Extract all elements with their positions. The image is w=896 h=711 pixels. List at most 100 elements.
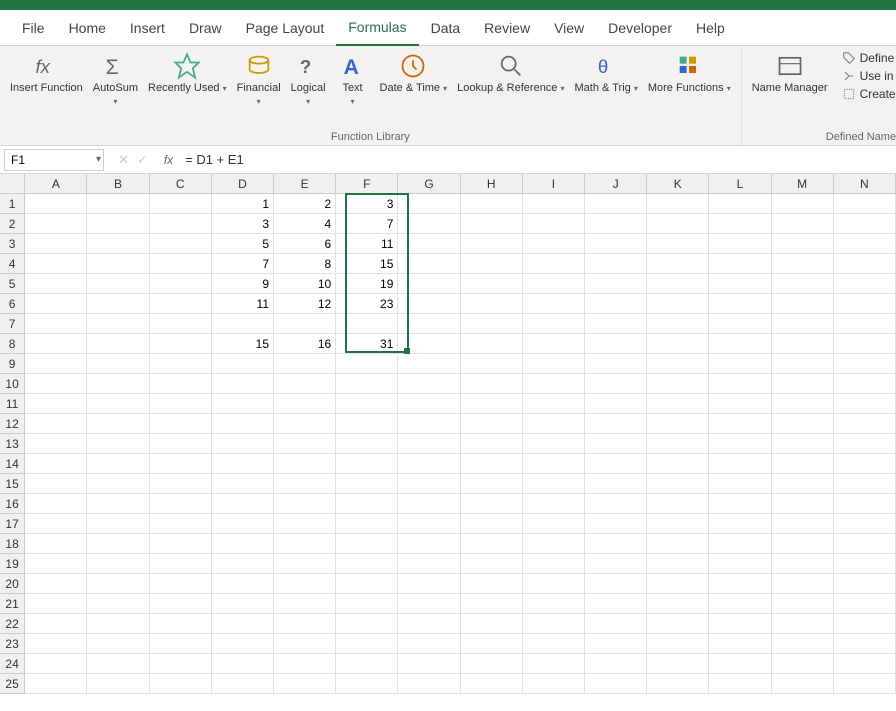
cell-G21[interactable] (398, 594, 460, 614)
cell-B4[interactable] (87, 254, 149, 274)
cell-I4[interactable] (523, 254, 585, 274)
cell-G17[interactable] (398, 514, 460, 534)
cell-A16[interactable] (25, 494, 87, 514)
cell-J3[interactable] (585, 234, 647, 254)
col-header-M[interactable]: M (772, 174, 834, 194)
cell-E3[interactable]: 6 (274, 234, 336, 254)
cell-E4[interactable]: 8 (274, 254, 336, 274)
cell-D2[interactable]: 3 (212, 214, 274, 234)
row-header-13[interactable]: 13 (0, 434, 25, 454)
cell-L8[interactable] (709, 334, 771, 354)
cell-G16[interactable] (398, 494, 460, 514)
cell-C19[interactable] (150, 554, 212, 574)
tab-draw[interactable]: Draw (177, 10, 234, 46)
fx-icon[interactable]: fx (158, 153, 179, 167)
cell-A19[interactable] (25, 554, 87, 574)
cell-H2[interactable] (461, 214, 523, 234)
tab-view[interactable]: View (542, 10, 596, 46)
cell-F3[interactable]: 11 (336, 234, 398, 254)
row-header-12[interactable]: 12 (0, 414, 25, 434)
cell-C17[interactable] (150, 514, 212, 534)
cell-A6[interactable] (25, 294, 87, 314)
cell-L19[interactable] (709, 554, 771, 574)
cell-L13[interactable] (709, 434, 771, 454)
cell-A20[interactable] (25, 574, 87, 594)
row-header-18[interactable]: 18 (0, 534, 25, 554)
cell-D6[interactable]: 11 (212, 294, 274, 314)
cell-H20[interactable] (461, 574, 523, 594)
cell-C15[interactable] (150, 474, 212, 494)
cell-H21[interactable] (461, 594, 523, 614)
cell-J22[interactable] (585, 614, 647, 634)
cell-F6[interactable]: 23 (336, 294, 398, 314)
cell-A25[interactable] (25, 674, 87, 694)
cell-K13[interactable] (647, 434, 709, 454)
cell-N5[interactable] (834, 274, 896, 294)
cell-F2[interactable]: 7 (336, 214, 398, 234)
cell-N7[interactable] (834, 314, 896, 334)
cell-K22[interactable] (647, 614, 709, 634)
cell-I22[interactable] (523, 614, 585, 634)
col-header-F[interactable]: F (336, 174, 398, 194)
cell-B10[interactable] (87, 374, 149, 394)
cell-M18[interactable] (772, 534, 834, 554)
col-header-G[interactable]: G (398, 174, 460, 194)
cell-H4[interactable] (461, 254, 523, 274)
cell-C2[interactable] (150, 214, 212, 234)
cell-L21[interactable] (709, 594, 771, 614)
cell-C7[interactable] (150, 314, 212, 334)
cell-M20[interactable] (772, 574, 834, 594)
cell-K3[interactable] (647, 234, 709, 254)
cell-D10[interactable] (212, 374, 274, 394)
cell-A14[interactable] (25, 454, 87, 474)
cell-L14[interactable] (709, 454, 771, 474)
cell-H10[interactable] (461, 374, 523, 394)
cell-E20[interactable] (274, 574, 336, 594)
row-header-23[interactable]: 23 (0, 634, 25, 654)
cell-G22[interactable] (398, 614, 460, 634)
cell-H14[interactable] (461, 454, 523, 474)
cell-B18[interactable] (87, 534, 149, 554)
cell-A17[interactable] (25, 514, 87, 534)
row-header-11[interactable]: 11 (0, 394, 25, 414)
cell-D4[interactable]: 7 (212, 254, 274, 274)
cell-K9[interactable] (647, 354, 709, 374)
cell-J13[interactable] (585, 434, 647, 454)
col-header-H[interactable]: H (461, 174, 523, 194)
cell-J19[interactable] (585, 554, 647, 574)
cell-A3[interactable] (25, 234, 87, 254)
cell-F18[interactable] (336, 534, 398, 554)
cell-J2[interactable] (585, 214, 647, 234)
cell-A9[interactable] (25, 354, 87, 374)
cell-M5[interactable] (772, 274, 834, 294)
cell-N13[interactable] (834, 434, 896, 454)
cell-K18[interactable] (647, 534, 709, 554)
cell-N15[interactable] (834, 474, 896, 494)
cell-N9[interactable] (834, 354, 896, 374)
cell-E6[interactable]: 12 (274, 294, 336, 314)
cell-M2[interactable] (772, 214, 834, 234)
cell-I17[interactable] (523, 514, 585, 534)
cell-N16[interactable] (834, 494, 896, 514)
cell-B22[interactable] (87, 614, 149, 634)
cell-F16[interactable] (336, 494, 398, 514)
cell-I6[interactable] (523, 294, 585, 314)
cell-C1[interactable] (150, 194, 212, 214)
cell-J24[interactable] (585, 654, 647, 674)
cell-F10[interactable] (336, 374, 398, 394)
tab-insert[interactable]: Insert (118, 10, 177, 46)
cell-K15[interactable] (647, 474, 709, 494)
col-header-D[interactable]: D (212, 174, 274, 194)
cell-L11[interactable] (709, 394, 771, 414)
cell-M12[interactable] (772, 414, 834, 434)
cell-B12[interactable] (87, 414, 149, 434)
cell-J23[interactable] (585, 634, 647, 654)
tab-help[interactable]: Help (684, 10, 737, 46)
cell-D1[interactable]: 1 (212, 194, 274, 214)
row-header-10[interactable]: 10 (0, 374, 25, 394)
date-time-button[interactable]: Date & Time ▾ (376, 50, 452, 97)
insert-function-button[interactable]: fx Insert Function (6, 50, 87, 97)
col-header-A[interactable]: A (25, 174, 87, 194)
cell-M21[interactable] (772, 594, 834, 614)
cell-B6[interactable] (87, 294, 149, 314)
